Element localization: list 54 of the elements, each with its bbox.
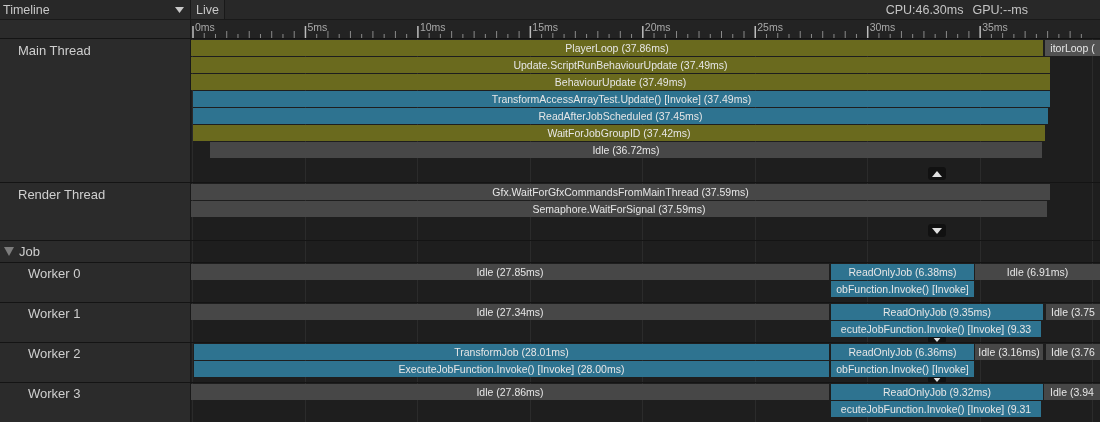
timeline-bar[interactable]: Idle (6.91ms) — [975, 264, 1100, 280]
timeline-bar[interactable]: PlayerLoop (37.86ms) — [191, 40, 1043, 56]
timeline-bar[interactable]: ReadOnlyJob (9.32ms) — [831, 384, 1043, 400]
timeline-bar[interactable]: Update.ScriptRunBehaviourUpdate (37.49ms) — [191, 57, 1050, 73]
timeline-bar[interactable]: ReadAfterJobScheduled (37.45ms) — [193, 108, 1048, 124]
timeline-bar[interactable]: Gfx.WaitForGfxCommandsFromMainThread (37.59ms) — [191, 184, 1050, 200]
timeline-bar[interactable]: Idle (27.86ms) — [191, 384, 829, 400]
collapse-button[interactable] — [928, 167, 946, 180]
caret-icon — [175, 6, 184, 13]
timeline-bar[interactable]: Idle (3.75 — [1046, 304, 1100, 320]
timeline-bar[interactable]: TransformAccessArrayTest.Update() [Invoke] (37.49ms) — [193, 91, 1050, 107]
tick-label: 20ms — [644, 22, 671, 33]
timeline-bar[interactable]: BehaviourUpdate (37.49ms) — [191, 74, 1050, 90]
timeline-bar[interactable]: obFunction.Invoke() [Invoke] — [831, 361, 974, 377]
timeline-bar[interactable]: ReadOnlyJob (6.36ms) — [831, 344, 974, 360]
timeline-bar[interactable]: Idle (27.34ms) — [191, 304, 829, 320]
tick-label: 0ms — [195, 22, 215, 33]
tick-label: 10ms — [419, 22, 446, 33]
group-name: Job — [19, 244, 40, 259]
timeline-bar[interactable]: ExecuteJobFunction.Invoke() [Invoke] (28.00ms) — [194, 361, 829, 377]
timeline-bar[interactable]: Semaphore.WaitForSignal (37.59ms) — [191, 201, 1047, 217]
timeline-bar[interactable]: Idle (3.16ms) — [975, 344, 1043, 360]
thread-name: Worker 0 — [28, 266, 81, 281]
thread-name: Main Thread — [18, 43, 91, 58]
timeline-bar[interactable]: itorLoop ( — [1045, 40, 1100, 56]
caret-icon — [932, 170, 942, 177]
tick-label: 30ms — [869, 22, 896, 33]
live-tab[interactable]: Live — [191, 0, 225, 19]
timeline-bar[interactable]: ecuteJobFunction.Invoke() [Invoke] (9.33 — [831, 321, 1041, 337]
collapse-button[interactable] — [928, 337, 946, 342]
thread-name: Worker 1 — [28, 306, 81, 321]
collapse-button[interactable] — [928, 224, 946, 237]
timeline-bar[interactable]: Idle (3.76 — [1046, 344, 1100, 360]
timeline-bar[interactable]: ecuteJobFunction.Invoke() [Invoke] (9.31 — [831, 401, 1041, 417]
timeline-bar[interactable]: obFunction.Invoke() [Invoke] — [831, 281, 974, 297]
gpu-time: GPU:--ms — [972, 2, 1028, 17]
expand-icon[interactable] — [4, 247, 14, 256]
tick-label: 5ms — [307, 22, 328, 33]
thread-name: Worker 3 — [28, 386, 81, 401]
timeline-bar[interactable]: Idle (27.85ms) — [191, 264, 829, 280]
tick-label: 35ms — [982, 22, 1008, 33]
timeline-bar[interactable]: Idle (3.94 — [1044, 384, 1100, 400]
timeline-bar[interactable]: ReadOnlyJob (9.35ms) — [831, 304, 1043, 320]
timeline-bar[interactable]: TransformJob (28.01ms) — [194, 344, 829, 360]
tick-label: 25ms — [757, 22, 783, 33]
timeline-bar[interactable]: WaitForJobGroupID (37.42ms) — [193, 125, 1045, 141]
timeline-bar[interactable]: Idle (36.72ms) — [210, 142, 1042, 158]
cpu-time: CPU:46.30ms — [885, 2, 964, 17]
thread-name: Render Thread — [18, 187, 106, 202]
collapse-button[interactable] — [928, 377, 946, 382]
tick-label: 15ms — [532, 22, 559, 33]
caret-icon — [932, 227, 942, 234]
thread-name: Worker 2 — [28, 346, 81, 361]
timeline-bar[interactable]: ReadOnlyJob (6.38ms) — [831, 264, 974, 280]
